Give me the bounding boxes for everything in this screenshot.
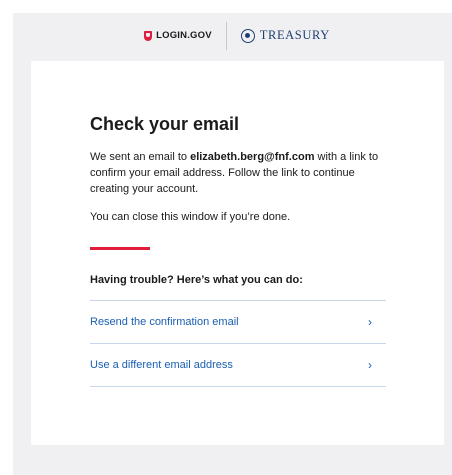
chevron-right-icon: › [368,314,372,329]
page-title: Check your email [90,114,240,134]
card-content: Check your email We sent an email to eli… [90,113,386,387]
different-email-label: Use a different email address [90,358,233,371]
treasury-logo: TREASURY [227,28,330,43]
login-gov-wordmark: LOGIN.GOV [156,30,212,41]
accent-divider [90,247,150,250]
trouble-options-list: Resend the confirmation email › Use a di… [90,299,386,387]
close-window-note: You can close this window if you’re done… [90,211,291,223]
treasury-seal-icon [240,28,255,43]
brand-header: LOGIN.GOV TREASURY [13,13,452,58]
different-email-link[interactable]: Use a different email address › [90,344,386,387]
message-prefix: We sent an email to [90,151,191,163]
content-card: Check your email We sent an email to eli… [31,61,444,445]
shield-icon [144,30,153,41]
treasury-wordmark: TREASURY [259,28,330,42]
trouble-heading: Having trouble? Here’s what you can do: [90,273,303,286]
login-gov-logo: LOGIN.GOV [144,30,226,41]
email-address: elizabeth.berg@fnf.com [190,151,315,163]
resend-email-link[interactable]: Resend the confirmation email › [90,301,386,344]
confirmation-message: We sent an email to elizabeth.berg@fnf.c… [90,149,386,197]
resend-email-label: Resend the confirmation email [90,315,239,328]
page-background: LOGIN.GOV TREASURY Check your email We s… [13,13,452,475]
chevron-right-icon: › [368,357,372,372]
